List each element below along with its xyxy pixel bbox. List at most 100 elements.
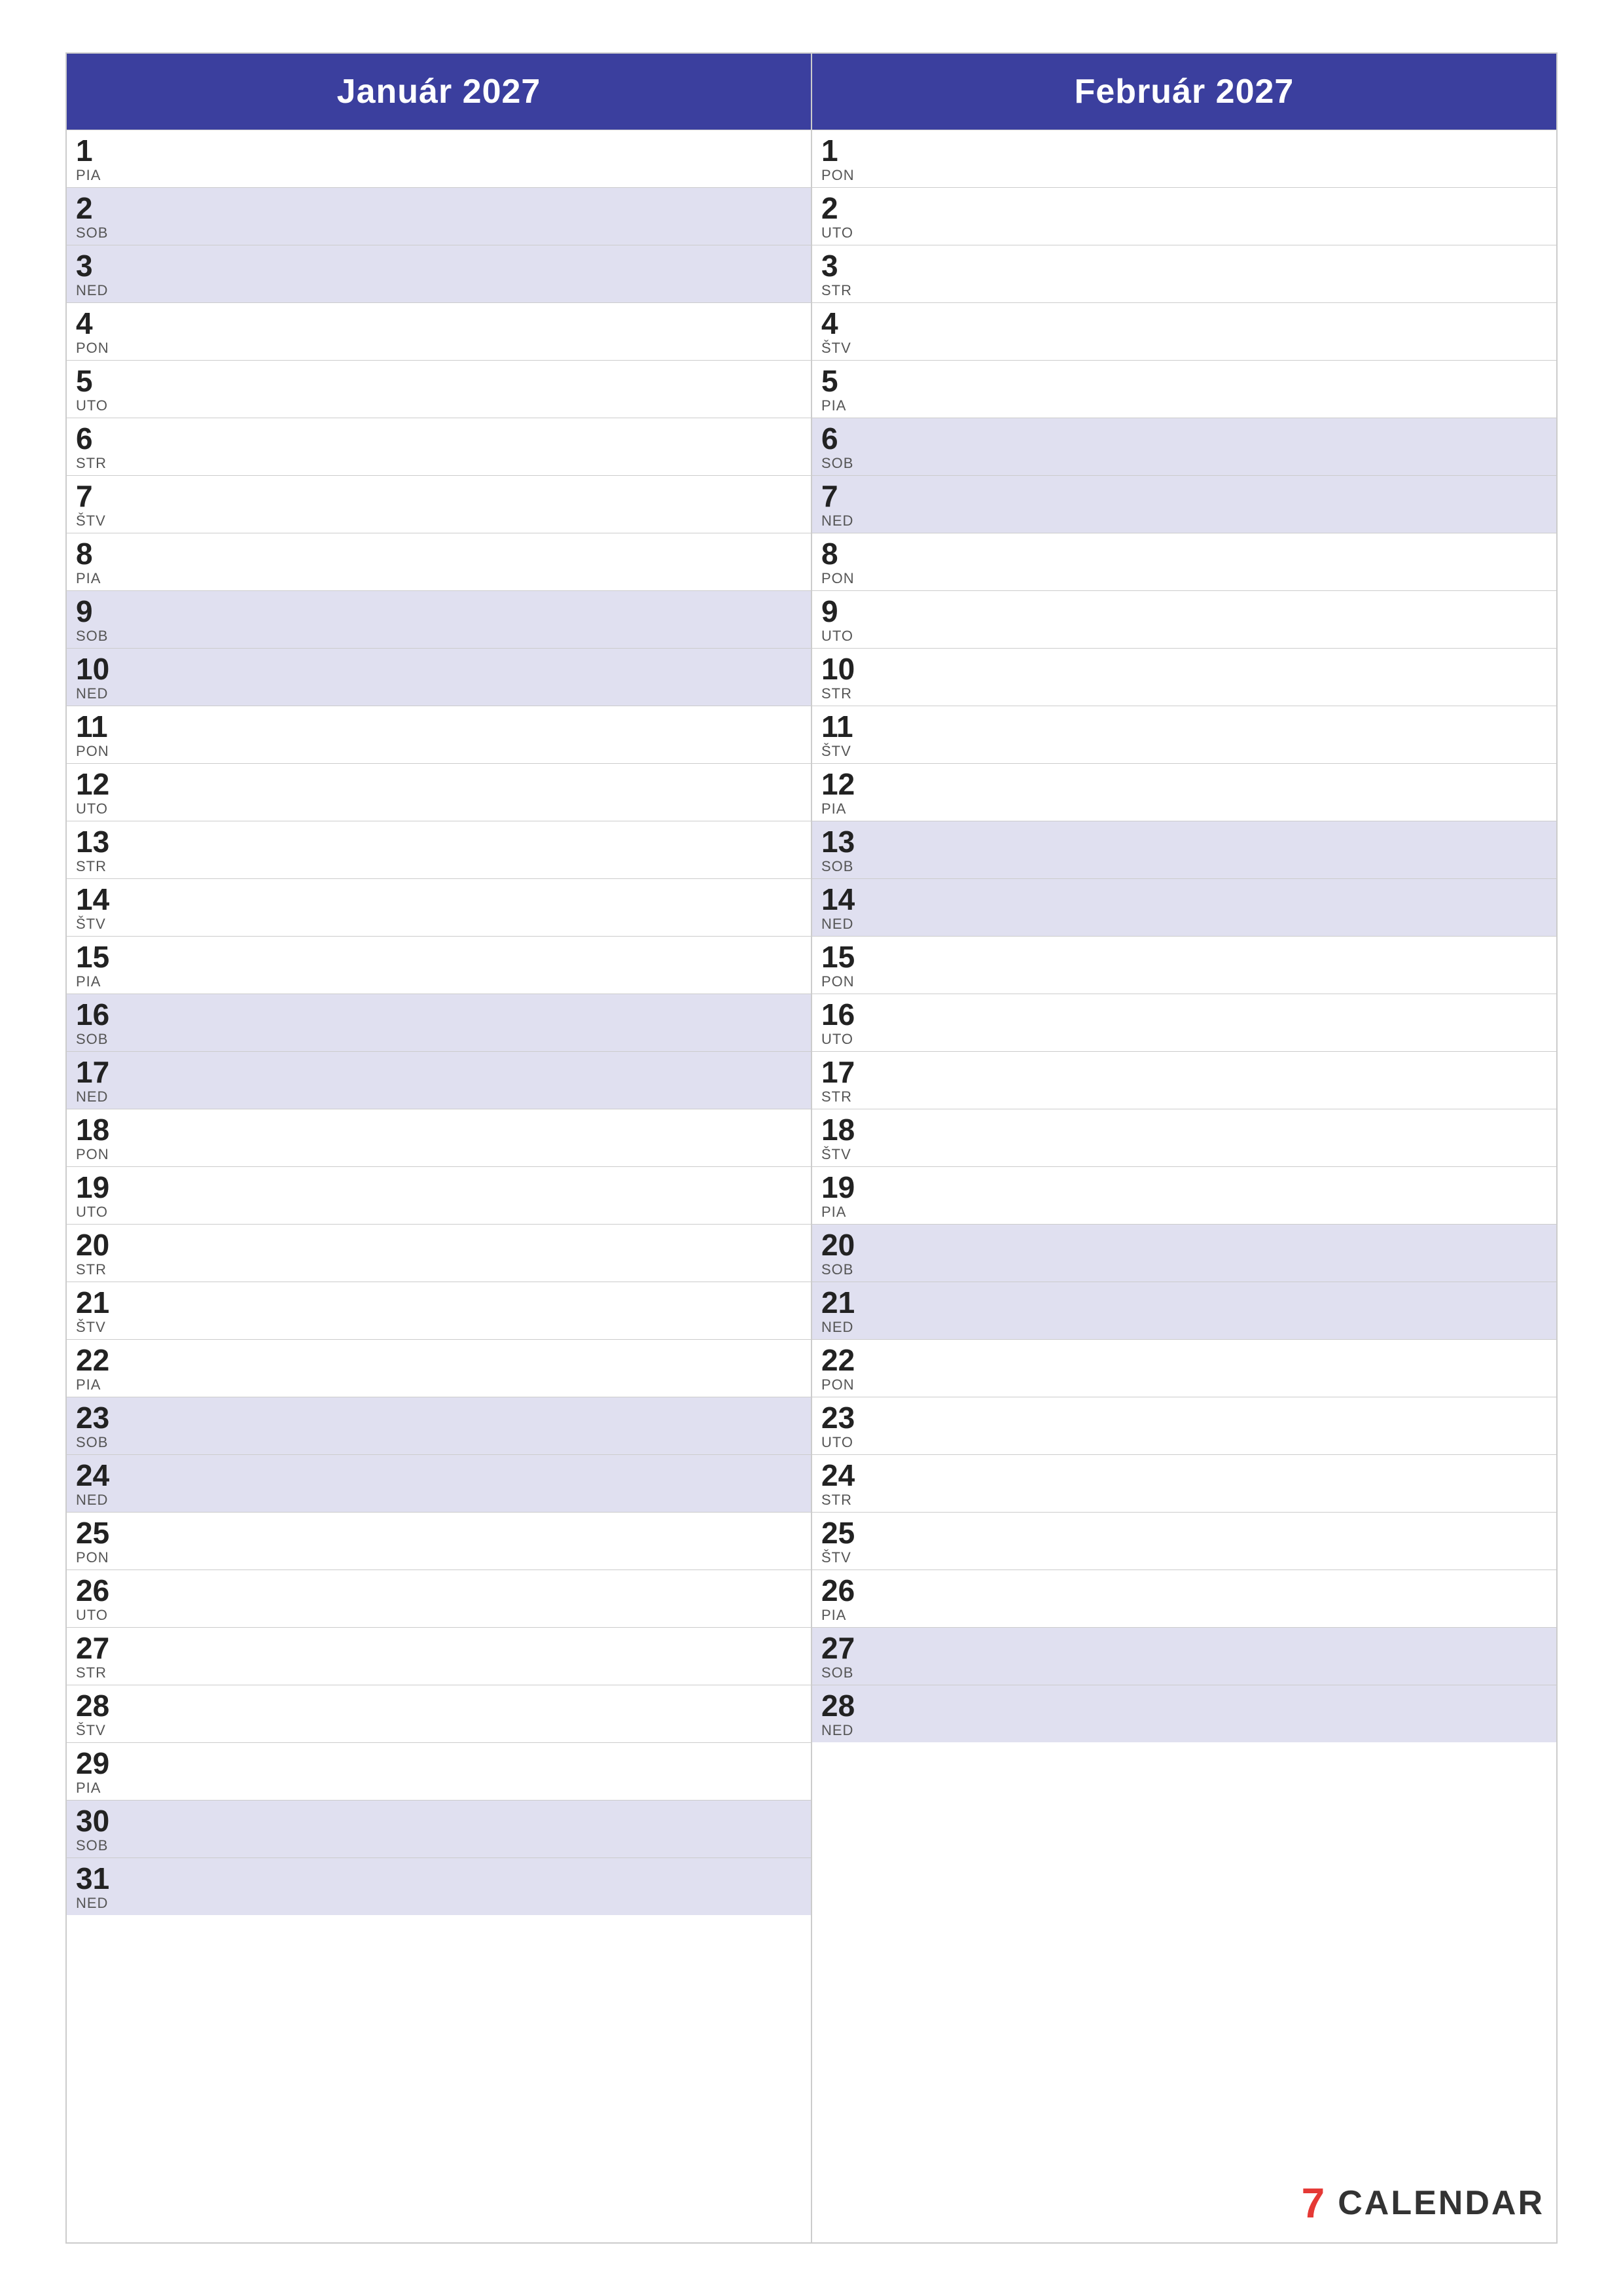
day-number: 3 — [76, 251, 93, 281]
day-number-block: 28ŠTV — [67, 1685, 126, 1742]
day-name: SOB — [821, 1261, 853, 1278]
day-number-block: 21NED — [812, 1282, 871, 1338]
day-name: UTO — [76, 1607, 108, 1624]
calendar-grid: Január 20271PIA2SOB3NED4PON5UTO6STR7ŠTV8… — [65, 52, 1558, 2244]
day-number: 20 — [821, 1230, 855, 1260]
day-row: 1PIA — [67, 130, 811, 187]
day-row: 23UTO — [812, 1397, 1556, 1454]
day-name: STR — [76, 1261, 107, 1278]
day-number-block: 15PIA — [67, 937, 126, 993]
day-number-block: 27STR — [67, 1628, 126, 1684]
day-name: UTO — [821, 1031, 853, 1048]
day-name: PIA — [76, 570, 101, 587]
day-number-block: 23UTO — [812, 1397, 871, 1454]
day-row: 7NED — [812, 475, 1556, 533]
day-number: 13 — [821, 827, 855, 857]
day-row: 6SOB — [812, 418, 1556, 475]
day-name: NED — [76, 1492, 108, 1509]
day-number-block: 11ŠTV — [812, 706, 871, 762]
day-number-block: 24NED — [67, 1455, 126, 1511]
day-number: 6 — [76, 423, 93, 454]
day-number-block: 9SOB — [67, 591, 126, 647]
day-number-block: 16UTO — [812, 994, 871, 1050]
day-row: 20STR — [67, 1224, 811, 1282]
day-name: SOB — [76, 1031, 108, 1048]
day-number: 4 — [76, 308, 93, 338]
day-number-block: 29PIA — [67, 1743, 126, 1799]
day-name: UTO — [76, 1204, 108, 1221]
day-number: 15 — [76, 942, 109, 972]
day-name: ŠTV — [821, 743, 851, 760]
day-number: 16 — [821, 999, 855, 1030]
day-number: 31 — [76, 1863, 109, 1893]
day-number: 6 — [821, 423, 838, 454]
day-row: 28ŠTV — [67, 1685, 811, 1742]
day-number: 26 — [821, 1575, 855, 1605]
day-number: 13 — [76, 827, 109, 857]
day-number-block: 28NED — [812, 1685, 871, 1742]
day-row: 19UTO — [67, 1166, 811, 1224]
day-row: 16UTO — [812, 994, 1556, 1051]
day-number: 23 — [76, 1403, 109, 1433]
day-number: 8 — [76, 539, 93, 569]
day-name: PIA — [76, 973, 101, 990]
day-number: 1 — [821, 135, 838, 166]
day-name: STR — [821, 1088, 852, 1105]
day-number-block: 14NED — [812, 879, 871, 935]
day-number-block: 3STR — [812, 245, 871, 302]
day-number-block: 9UTO — [812, 591, 871, 647]
day-number-block: 20STR — [67, 1225, 126, 1281]
day-row: 2SOB — [67, 187, 811, 245]
day-number: 7 — [76, 481, 93, 511]
day-row: 8PON — [812, 533, 1556, 590]
day-name: STR — [821, 1492, 852, 1509]
day-number: 21 — [76, 1287, 109, 1318]
day-number: 27 — [821, 1633, 855, 1663]
day-number-block: 13SOB — [812, 821, 871, 878]
day-row: 8PIA — [67, 533, 811, 590]
day-row: 21ŠTV — [67, 1282, 811, 1339]
day-row: 5UTO — [67, 360, 811, 418]
day-number-block: 18ŠTV — [812, 1109, 871, 1166]
day-name: PON — [76, 1549, 109, 1566]
day-name: STR — [821, 685, 852, 702]
day-number-block: 4 ŠTV — [812, 303, 871, 359]
day-name: ŠTV — [76, 1319, 106, 1336]
day-name: PON — [76, 1146, 109, 1163]
day-name: PON — [821, 570, 855, 587]
day-name: ŠTV — [76, 916, 106, 933]
day-number-block: 2SOB — [67, 188, 126, 244]
day-number-block: 20SOB — [812, 1225, 871, 1281]
day-number: 4 — [821, 308, 838, 338]
day-number-block: 19UTO — [67, 1167, 126, 1223]
day-row: 30SOB — [67, 1800, 811, 1857]
day-name: PIA — [76, 1780, 101, 1797]
day-number-block: 17STR — [812, 1052, 871, 1108]
day-name: SOB — [76, 1434, 108, 1451]
day-number-block: 8PON — [812, 533, 871, 590]
day-row: 26UTO — [67, 1570, 811, 1627]
day-row: 12UTO — [67, 763, 811, 821]
day-row: 21NED — [812, 1282, 1556, 1339]
day-name: PON — [821, 1376, 855, 1393]
day-number-block: 2UTO — [812, 188, 871, 244]
day-name: UTO — [821, 1434, 853, 1451]
day-row: 22PON — [812, 1339, 1556, 1397]
day-name: SOB — [76, 1837, 108, 1854]
day-row: 9SOB — [67, 590, 811, 648]
day-number-block: 21ŠTV — [67, 1282, 126, 1338]
day-name: PON — [821, 973, 855, 990]
day-row: 4PON — [67, 302, 811, 360]
day-row: 22PIA — [67, 1339, 811, 1397]
day-number: 14 — [76, 884, 109, 914]
day-name: ŠTV — [821, 340, 851, 357]
day-number: 24 — [821, 1460, 855, 1490]
day-number-block: 16SOB — [67, 994, 126, 1050]
day-row: 28NED — [812, 1685, 1556, 1742]
day-number-block: 25PON — [67, 1513, 126, 1569]
day-number: 17 — [76, 1057, 109, 1087]
day-number: 2 — [821, 193, 838, 223]
day-name: ŠTV — [76, 1722, 106, 1739]
day-row: 5PIA — [812, 360, 1556, 418]
day-name: NED — [76, 685, 108, 702]
